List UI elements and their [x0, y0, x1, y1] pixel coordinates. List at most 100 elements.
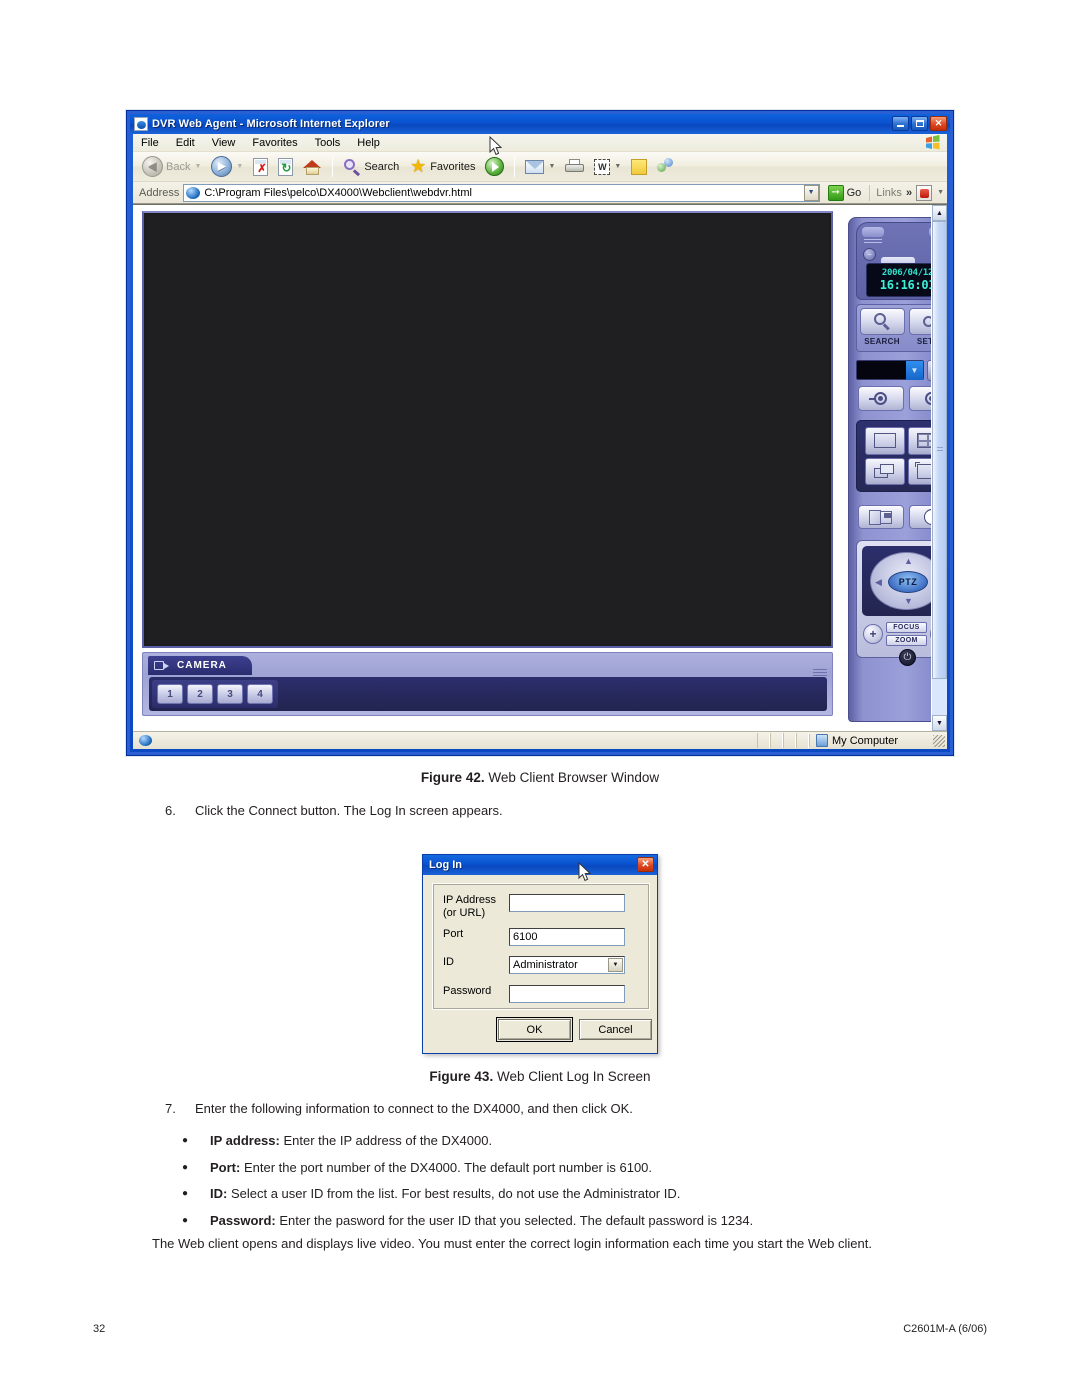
menu-item-edit[interactable]: Edit [176, 137, 195, 149]
layout-quad-button[interactable] [908, 427, 931, 455]
figure-42-number: Figure 42. [420, 770, 485, 785]
video-display-area[interactable] [142, 211, 833, 648]
edit-dropdown-icon[interactable]: ▼ [614, 163, 621, 170]
ip-address-input[interactable] [509, 894, 625, 912]
sequence-view-icon [874, 463, 896, 479]
print-button[interactable] [561, 155, 588, 179]
id-label: ID [443, 956, 454, 968]
home-button[interactable] [299, 155, 326, 179]
power-button[interactable]: ⏻ [899, 649, 916, 666]
go-button[interactable]: ➞ Go [824, 183, 866, 202]
disconnect-button[interactable] [909, 386, 931, 411]
status-panel-1 [757, 733, 770, 748]
zoom-label[interactable]: ZOOM [886, 634, 927, 646]
window-title-bar[interactable]: DVR Web Agent - Microsoft Internet Explo… [130, 114, 950, 134]
figure-43-caption: Figure 43. Web Client Log In Screen [0, 1069, 1080, 1084]
camera-button-2[interactable]: 2 [187, 684, 213, 704]
camera-bar: CAMERA 1 2 3 4 [142, 652, 833, 716]
cancel-button[interactable]: Cancel [579, 1019, 652, 1040]
camera-button-4[interactable]: 4 [247, 684, 273, 704]
menu-item-view[interactable]: View [212, 137, 236, 149]
back-dropdown-icon[interactable]: ▼ [194, 163, 201, 170]
scrollbar-track[interactable] [932, 679, 947, 715]
ptz-up-icon[interactable]: ▲ [904, 557, 913, 566]
ptz-left-icon[interactable]: ◀ [875, 578, 882, 587]
password-input[interactable] [509, 985, 625, 1003]
connect-button[interactable] [858, 386, 904, 411]
notes-button[interactable] [627, 155, 651, 179]
resize-grip[interactable] [933, 734, 945, 747]
focus-zoom-increase-button[interactable]: + [863, 623, 883, 644]
save-button[interactable] [858, 505, 904, 529]
panel-minimize-button[interactable]: − [863, 248, 876, 261]
pdf-dropdown-icon[interactable]: ▼ [937, 189, 944, 196]
mail-dropdown-icon[interactable]: ▼ [548, 163, 555, 170]
dvr-search-button[interactable] [859, 308, 905, 335]
menu-item-file[interactable]: File [141, 137, 159, 149]
edit-button[interactable]: W ▼ [590, 155, 625, 179]
vertical-scrollbar[interactable]: ▲ ▼ [931, 205, 947, 731]
camera-button-3[interactable]: 3 [217, 684, 243, 704]
login-title-bar[interactable]: Log In ✕ [423, 855, 657, 875]
port-row: Port 6100 [443, 928, 641, 946]
chevron-down-icon[interactable]: ▼ [608, 958, 623, 972]
connection-row [856, 386, 931, 414]
layout-single-button[interactable] [865, 427, 905, 455]
refresh-button[interactable]: ↻ [274, 155, 297, 179]
media-button[interactable] [481, 155, 508, 179]
camera-button-1[interactable]: 1 [157, 684, 183, 704]
clock-display: 2006/04/12 16:16:01 [866, 263, 931, 297]
info-button[interactable]: i [927, 359, 931, 381]
menu-item-tools[interactable]: Tools [315, 137, 341, 149]
camera-tab[interactable]: CAMERA [148, 656, 252, 675]
layout-sequence-button[interactable] [865, 457, 905, 485]
stop-button[interactable]: ✗ [249, 155, 272, 179]
scrollbar-thumb[interactable] [932, 221, 947, 679]
close-button[interactable]: ✕ [930, 116, 947, 131]
figure-43-number: Figure 43. [429, 1069, 494, 1084]
port-input[interactable]: 6100 [509, 928, 625, 946]
bullet-text-port: Enter the port number of the DX4000. The… [240, 1159, 653, 1175]
ptz-center-button[interactable]: PTZ [888, 571, 928, 593]
camera-bar-grip[interactable] [813, 669, 827, 677]
favorites-label: Favorites [430, 160, 476, 173]
security-zone[interactable]: My Computer [809, 734, 929, 747]
messenger-icon [657, 158, 675, 175]
menu-item-help[interactable]: Help [357, 137, 380, 149]
mail-icon [525, 159, 545, 174]
address-input[interactable]: C:\Program Files\pelco\DX4000\Webclient\… [183, 183, 820, 202]
pdf-toolbar-icon[interactable] [916, 184, 933, 201]
maximize-button[interactable] [911, 116, 928, 131]
login-close-button[interactable]: ✕ [637, 857, 654, 872]
menu-item-favorites[interactable]: Favorites [252, 137, 297, 149]
scroll-up-button[interactable]: ▲ [932, 205, 947, 221]
page-icon [186, 186, 201, 200]
forward-dropdown-icon[interactable]: ▼ [236, 163, 243, 170]
search-button[interactable]: Search [339, 155, 403, 179]
contrast-button[interactable] [909, 505, 931, 529]
login-dialog: Log In ✕ IP Address (or URL) Port 6100 I… [422, 854, 658, 1054]
mail-button[interactable]: ▼ [521, 155, 559, 179]
links-bar[interactable]: Links » ▼ [869, 184, 944, 201]
ptz-pad[interactable]: ▲ ▼ ◀ ▶ PTZ [870, 552, 931, 610]
focus-zoom-decrease-button[interactable]: − [930, 623, 931, 644]
address-dropdown-icon[interactable]: ▼ [803, 184, 819, 201]
chevron-right-icon[interactable]: » [906, 187, 912, 199]
focus-label[interactable]: FOCUS [886, 621, 927, 633]
forward-button[interactable]: ▶ ▼ [207, 155, 247, 179]
back-button[interactable]: ◀ Back ▼ [138, 155, 205, 179]
layout-fullscreen-button[interactable] [908, 457, 931, 485]
forward-arrow-icon: ▶ [211, 156, 233, 177]
ptz-down-icon[interactable]: ▼ [904, 597, 913, 606]
messenger-button[interactable] [653, 155, 679, 179]
dvr-select-dropdown[interactable]: ▼ [856, 360, 924, 380]
panel-wing-left [862, 227, 884, 237]
scroll-down-button[interactable]: ▼ [932, 715, 947, 731]
chevron-down-icon[interactable]: ▼ [906, 361, 923, 380]
dvr-setup-button[interactable] [908, 308, 931, 335]
id-select[interactable]: Administrator ▼ [509, 956, 625, 974]
minimize-button[interactable] [892, 116, 909, 131]
favorites-button[interactable]: ★ Favorites [405, 155, 479, 179]
tools-section [856, 500, 931, 534]
ok-button[interactable]: OK [496, 1017, 573, 1042]
